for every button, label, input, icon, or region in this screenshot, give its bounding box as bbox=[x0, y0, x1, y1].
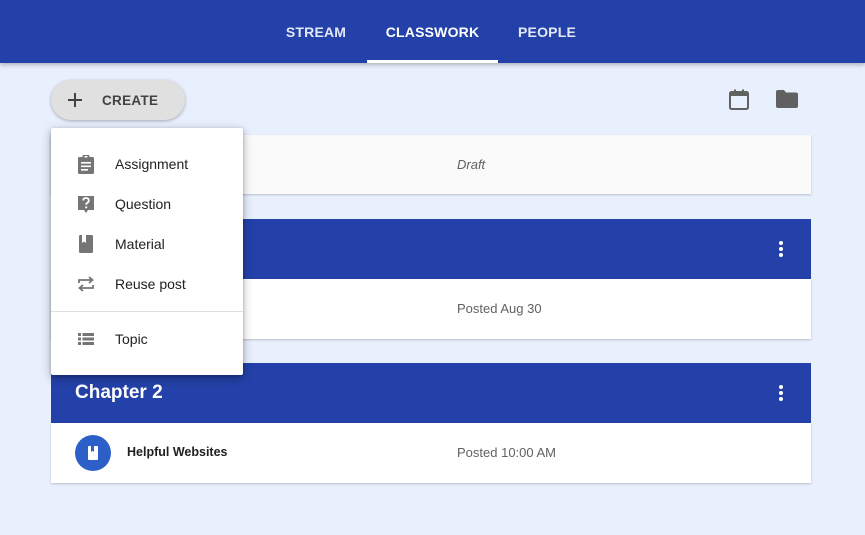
menu-item-material[interactable]: Material bbox=[51, 224, 243, 264]
more-vert-icon[interactable] bbox=[771, 383, 791, 403]
menu-item-reuse-post[interactable]: Reuse post bbox=[51, 264, 243, 304]
list-item-title: Helpful Websites bbox=[127, 445, 228, 459]
create-button-label: CREATE bbox=[102, 93, 159, 108]
tab-stream[interactable]: STREAM bbox=[271, 0, 361, 63]
top-nav-bar: STREAM CLASSWORK PEOPLE bbox=[0, 0, 865, 63]
list-item[interactable]: Helpful Websites Posted 10:00 AM bbox=[51, 423, 811, 483]
draft-status: Draft bbox=[457, 157, 486, 172]
menu-item-label: Reuse post bbox=[115, 276, 186, 292]
reuse-icon bbox=[78, 276, 94, 292]
tab-people[interactable]: PEOPLE bbox=[504, 0, 590, 63]
menu-item-assignment[interactable]: Assignment bbox=[51, 144, 243, 184]
menu-item-label: Assignment bbox=[115, 156, 189, 172]
material-avatar bbox=[75, 435, 111, 471]
menu-divider bbox=[51, 311, 243, 312]
menu-item-label: Topic bbox=[115, 331, 148, 347]
list-item-date: Posted Aug 30 bbox=[457, 301, 542, 316]
menu-item-topic[interactable]: Topic bbox=[51, 319, 243, 359]
menu-item-question[interactable]: Question bbox=[51, 184, 243, 224]
material-icon bbox=[79, 235, 93, 253]
tab-classwork[interactable]: CLASSWORK bbox=[367, 0, 498, 63]
plus-icon bbox=[68, 93, 82, 107]
list-item-date: Posted 10:00 AM bbox=[457, 445, 557, 460]
folder-icon[interactable] bbox=[775, 88, 799, 110]
calendar-icon[interactable] bbox=[727, 88, 751, 112]
more-vert-icon[interactable] bbox=[771, 239, 791, 259]
menu-item-label: Question bbox=[115, 196, 172, 212]
menu-item-label: Material bbox=[115, 236, 165, 252]
assignment-icon bbox=[78, 155, 94, 174]
create-menu: Assignment Question Material Reuse post bbox=[51, 128, 243, 375]
create-button[interactable]: CREATE bbox=[51, 80, 185, 120]
topic-title: Chapter 2 bbox=[75, 382, 163, 403]
question-icon bbox=[78, 196, 94, 213]
material-icon bbox=[88, 446, 98, 460]
topic-icon bbox=[78, 333, 94, 345]
